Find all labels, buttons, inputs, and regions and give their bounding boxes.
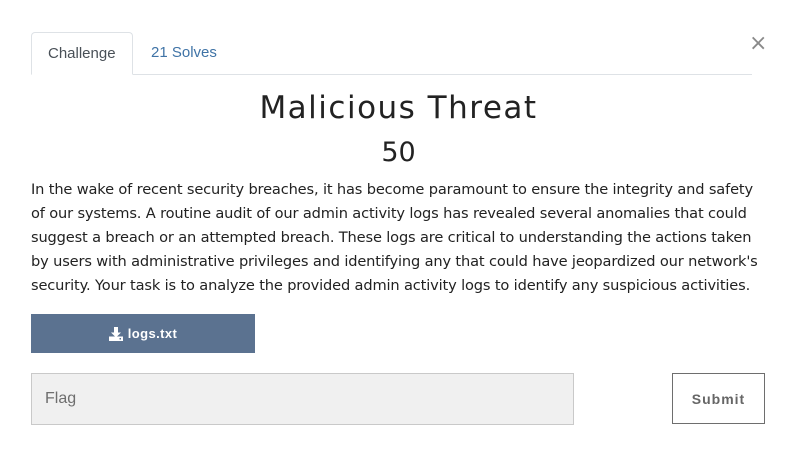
challenge-title: Malicious Threat (259, 90, 538, 126)
tab-solves[interactable]: 21 Solves (135, 32, 233, 74)
tab-bar: Challenge 21 Solves (31, 32, 752, 75)
download-file-button[interactable]: logs.txt (31, 314, 255, 353)
download-icon (108, 326, 123, 341)
tab-challenge[interactable]: Challenge (31, 32, 133, 75)
challenge-points: 50 (381, 137, 416, 168)
file-name-label: logs.txt (127, 326, 178, 341)
submit-button[interactable]: Submit (672, 373, 765, 424)
flag-input[interactable] (31, 373, 574, 425)
challenge-description: In the wake of recent security breaches,… (31, 181, 758, 294)
